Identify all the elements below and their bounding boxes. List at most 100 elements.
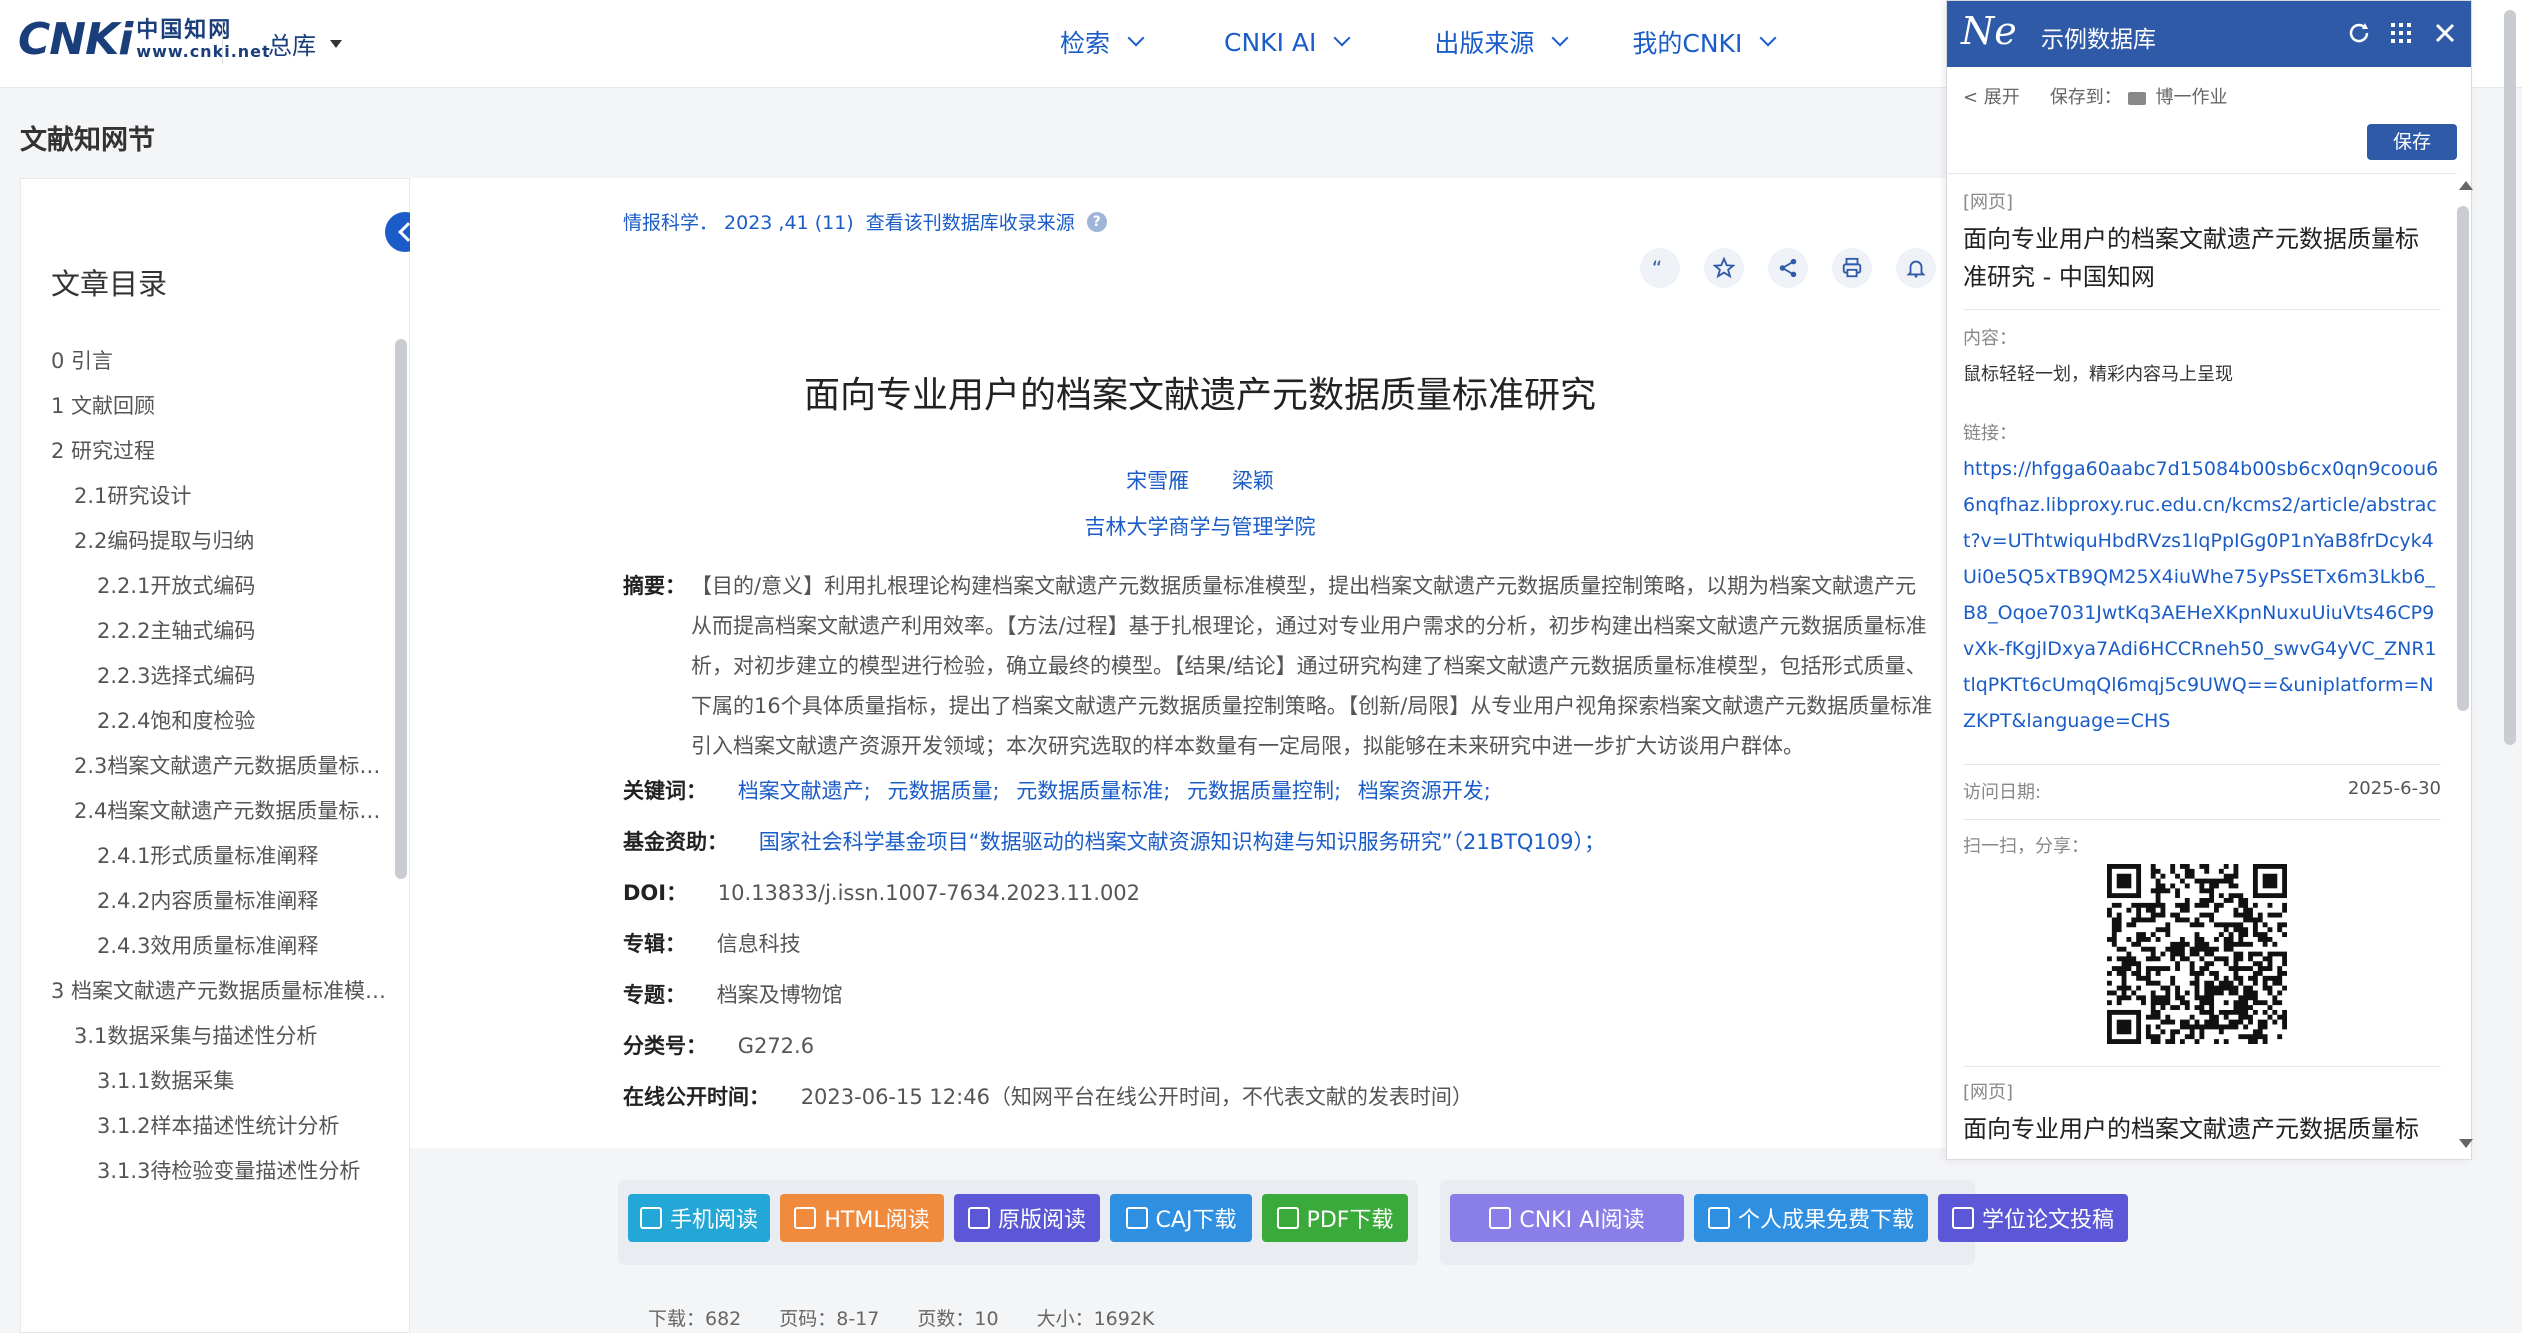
- nav-cnki-ai[interactable]: CNKI AI: [1224, 24, 1351, 60]
- article-source: 情报科学． 2023 ,41 (11) 查看该刊数据库收录来源 ?: [623, 208, 1107, 235]
- nav-publication-source[interactable]: 出版来源: [1434, 24, 1569, 60]
- toc-item[interactable]: 2.4档案文献遗产元数据质量标准...: [21, 789, 391, 834]
- toc-item[interactable]: 2.2.3选择式编码: [21, 654, 391, 699]
- scroll-down-icon[interactable]: [2459, 1139, 2473, 1148]
- help-icon[interactable]: ?: [1086, 211, 1107, 232]
- book-icon: [967, 1207, 990, 1229]
- caret-down-icon: [330, 39, 342, 48]
- page-scrollbar[interactable]: [2504, 10, 2516, 745]
- article-title: 面向专业用户的档案文献遗产元数据质量标准研究: [803, 375, 1596, 416]
- fund-link[interactable]: 国家社会科学基金项目“数据驱动的档案文献资源知识构建与知识服务研究”（21BTQ…: [759, 830, 1605, 854]
- panel-subbar: < 展开 保存到： 博一作业: [1963, 83, 2228, 109]
- grid-icon[interactable]: [2387, 19, 2415, 47]
- chevron-down-icon: [1127, 29, 1145, 47]
- toc-scrollbar[interactable]: [395, 339, 407, 879]
- content-text[interactable]: 鼠标轻轻一划，精彩内容马上呈现: [1963, 360, 2441, 386]
- library-select[interactable]: 总库: [268, 26, 342, 61]
- toc-item[interactable]: 3.1数据采集与描述性分析: [21, 1014, 391, 1059]
- author-list: 宋雪雁 梁颖: [620, 465, 1780, 495]
- pen-icon: [1951, 1207, 1974, 1229]
- download-icon: [1707, 1207, 1730, 1229]
- database-name[interactable]: 示例数据库: [2041, 20, 2156, 54]
- mobile-read-button[interactable]: 手机阅读: [628, 1194, 770, 1242]
- cnki-ai-read-button[interactable]: CNKI AI阅读: [1450, 1194, 1684, 1242]
- caj-download-button[interactable]: CAJ下载: [1110, 1194, 1252, 1242]
- toc-item[interactable]: 2.2.1开放式编码: [21, 564, 391, 609]
- toc-item[interactable]: 2.4.3效用质量标准阐释: [21, 924, 391, 969]
- toc-item[interactable]: 3 档案文献遗产元数据质量标准模型...: [21, 969, 391, 1014]
- folder-icon: [2127, 91, 2146, 105]
- abstract: 摘要： 【目的/意义】利用扎根理论构建档案文献遗产元数据质量标准模型，提出档案文…: [623, 566, 1953, 766]
- personal-download-button[interactable]: 个人成果免费下载: [1694, 1194, 1928, 1242]
- ai-icon: [1489, 1207, 1512, 1229]
- nav-my-cnki[interactable]: 我的CNKI: [1632, 24, 1777, 60]
- online-value: 2023-06-15 12:46（知网平台在线公开时间，不代表文献的发表时间）: [800, 1085, 1473, 1109]
- entry-title[interactable]: 面向专业用户的档案文献遗产元数据质量标准研究 - 中国知网: [1963, 220, 2441, 296]
- toc-item[interactable]: 2.4.2内容质量标准阐释: [21, 879, 391, 924]
- table-of-contents: 文章目录 0 引言 1 文献回顾 2 研究过程 2.1研究设计 2.2编码提取与归纳 2.…: [20, 178, 410, 1333]
- expand-link[interactable]: < 展开: [1963, 83, 2020, 109]
- thesis-submit-button[interactable]: 学位论文投稿: [1938, 1194, 2128, 1242]
- abstract-text: 【目的/意义】利用扎根理论构建档案文献遗产元数据质量标准模型，提出档案文献遗产元…: [691, 574, 1933, 758]
- toc-item[interactable]: 1 文献回顾: [21, 384, 391, 429]
- scroll-up-icon[interactable]: [2459, 181, 2473, 190]
- keyword-link[interactable]: 元数据质量标准;: [1016, 779, 1170, 803]
- divider: [1963, 764, 2441, 765]
- code-icon: [794, 1207, 817, 1229]
- toc-item[interactable]: 2.2编码提取与归纳: [21, 519, 391, 564]
- toc-list: 0 引言 1 文献回顾 2 研究过程 2.1研究设计 2.2编码提取与归纳 2.2.1开放…: [21, 339, 391, 1194]
- pdf-download-button[interactable]: PDF下载: [1262, 1194, 1408, 1242]
- quote-icon[interactable]: “: [1640, 248, 1680, 288]
- keyword-link[interactable]: 元数据质量控制;: [1187, 779, 1341, 803]
- panel-scrollbar[interactable]: [2457, 206, 2469, 711]
- keywords-label: 关键词：: [623, 779, 707, 803]
- entry-tag: [网页]: [1963, 192, 2014, 213]
- affiliation-link[interactable]: 吉林大学商学与管理学院: [620, 511, 1780, 541]
- nav-search[interactable]: 检索: [1060, 24, 1145, 60]
- author-link[interactable]: 梁颖: [1232, 469, 1274, 493]
- doi-value: 10.13833/j.issn.1007-7634.2023.11.002: [717, 881, 1141, 905]
- toc-item[interactable]: 3.1.2样本描述性统计分析: [21, 1104, 391, 1149]
- keyword-link[interactable]: 档案文献遗产;: [738, 779, 871, 803]
- cnki-logo[interactable]: CNKi 中国知网 www.cnki.net: [18, 14, 271, 65]
- fund-row: 基金资助： 国家社会科学基金项目“数据驱动的档案文献资源知识构建与知识服务研究”…: [623, 817, 1953, 868]
- print-icon[interactable]: [1832, 248, 1872, 288]
- bell-icon[interactable]: [1896, 248, 1936, 288]
- source-link[interactable]: 查看该刊数据库收录来源: [866, 208, 1075, 235]
- download-icon: [1276, 1207, 1299, 1229]
- downloads-count: 下载：682: [648, 1308, 742, 1330]
- keyword-link[interactable]: 档案资源开发;: [1358, 779, 1491, 803]
- author-link[interactable]: 宋雪雁: [1126, 469, 1189, 493]
- online-row: 在线公开时间： 2023-06-15 12:46（知网平台在线公开时间，不代表文…: [623, 1072, 1953, 1123]
- journal-source[interactable]: 情报科学． 2023 ,41 (11): [623, 208, 854, 235]
- phone-icon: [639, 1207, 662, 1229]
- topic-label: 专题：: [623, 983, 686, 1007]
- toc-item[interactable]: 2.2.2主轴式编码: [21, 609, 391, 654]
- toc-item[interactable]: 2.1研究设计: [21, 474, 391, 519]
- link-url[interactable]: https://hfgga60aabc7d15084b00sb6cx0qn9co…: [1963, 451, 2441, 739]
- toc-item[interactable]: 2.4.1形式质量标准阐释: [21, 834, 391, 879]
- share-icon[interactable]: [1768, 248, 1808, 288]
- link-label: 链接：: [1963, 423, 2017, 444]
- refresh-icon[interactable]: [2345, 19, 2373, 47]
- save-button[interactable]: 保存: [2367, 124, 2457, 160]
- doi-row: DOI： 10.13833/j.issn.1007-7634.2023.11.0…: [623, 868, 1953, 919]
- entry-title[interactable]: 面向专业用户的档案文献遗产元数据质量标: [1963, 1110, 2441, 1148]
- keyword-link[interactable]: 元数据质量;: [887, 779, 999, 803]
- toc-item[interactable]: 3.1.3待检验变量描述性分析: [21, 1149, 391, 1194]
- logo-url: www.cnki.net: [136, 41, 271, 61]
- folder-name[interactable]: 博一作业: [2156, 87, 2228, 108]
- toc-item[interactable]: 3.1.1数据采集: [21, 1059, 391, 1104]
- html-read-button[interactable]: HTML阅读: [780, 1194, 944, 1242]
- toc-item[interactable]: 2.3档案文献遗产元数据质量标准...: [21, 744, 391, 789]
- file-size: 大小：1692K: [1036, 1308, 1155, 1330]
- toc-item[interactable]: 2 研究过程: [21, 429, 391, 474]
- close-icon[interactable]: [2431, 19, 2459, 47]
- article-toolbar: “: [1640, 248, 1936, 288]
- toc-item[interactable]: 2.2.4饱和度检验: [21, 699, 391, 744]
- ai-group: CNKI AI阅读 个人成果免费下载 学位论文投稿: [1440, 1180, 2128, 1265]
- star-icon[interactable]: [1704, 248, 1744, 288]
- series-value: 信息科技: [716, 932, 801, 956]
- toc-item[interactable]: 0 引言: [21, 339, 391, 384]
- original-read-button[interactable]: 原版阅读: [954, 1194, 1100, 1242]
